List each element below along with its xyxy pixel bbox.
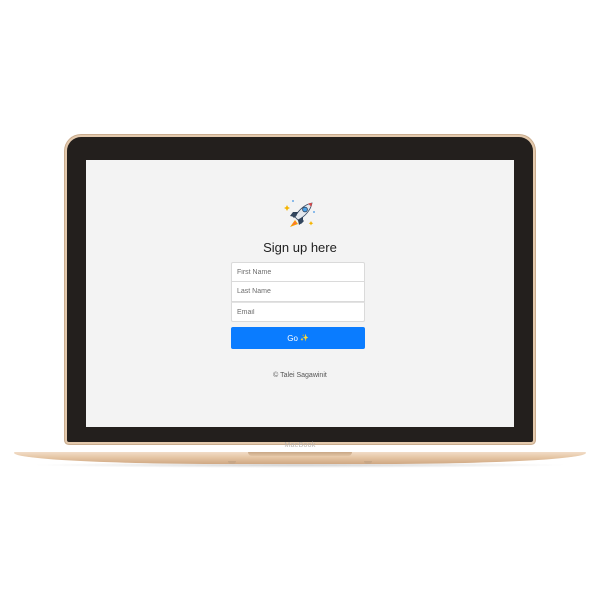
last-name-field[interactable] (231, 282, 365, 302)
sparkles-icon: ✨ (299, 335, 309, 342)
first-name-field[interactable] (231, 262, 365, 282)
laptop-screen: Sign up here Go ✨ © Talei Sagawinit (86, 160, 514, 427)
go-button[interactable]: Go ✨ (231, 327, 365, 349)
credit-text: © Talei Sagawinit (273, 372, 327, 379)
page-title: Sign up here (263, 240, 337, 255)
email-field[interactable] (231, 302, 365, 322)
device-label: MacBook (284, 442, 316, 449)
go-button-label: Go (287, 333, 298, 343)
rocket-icon (284, 200, 315, 227)
laptop-opening-notch (248, 452, 352, 456)
